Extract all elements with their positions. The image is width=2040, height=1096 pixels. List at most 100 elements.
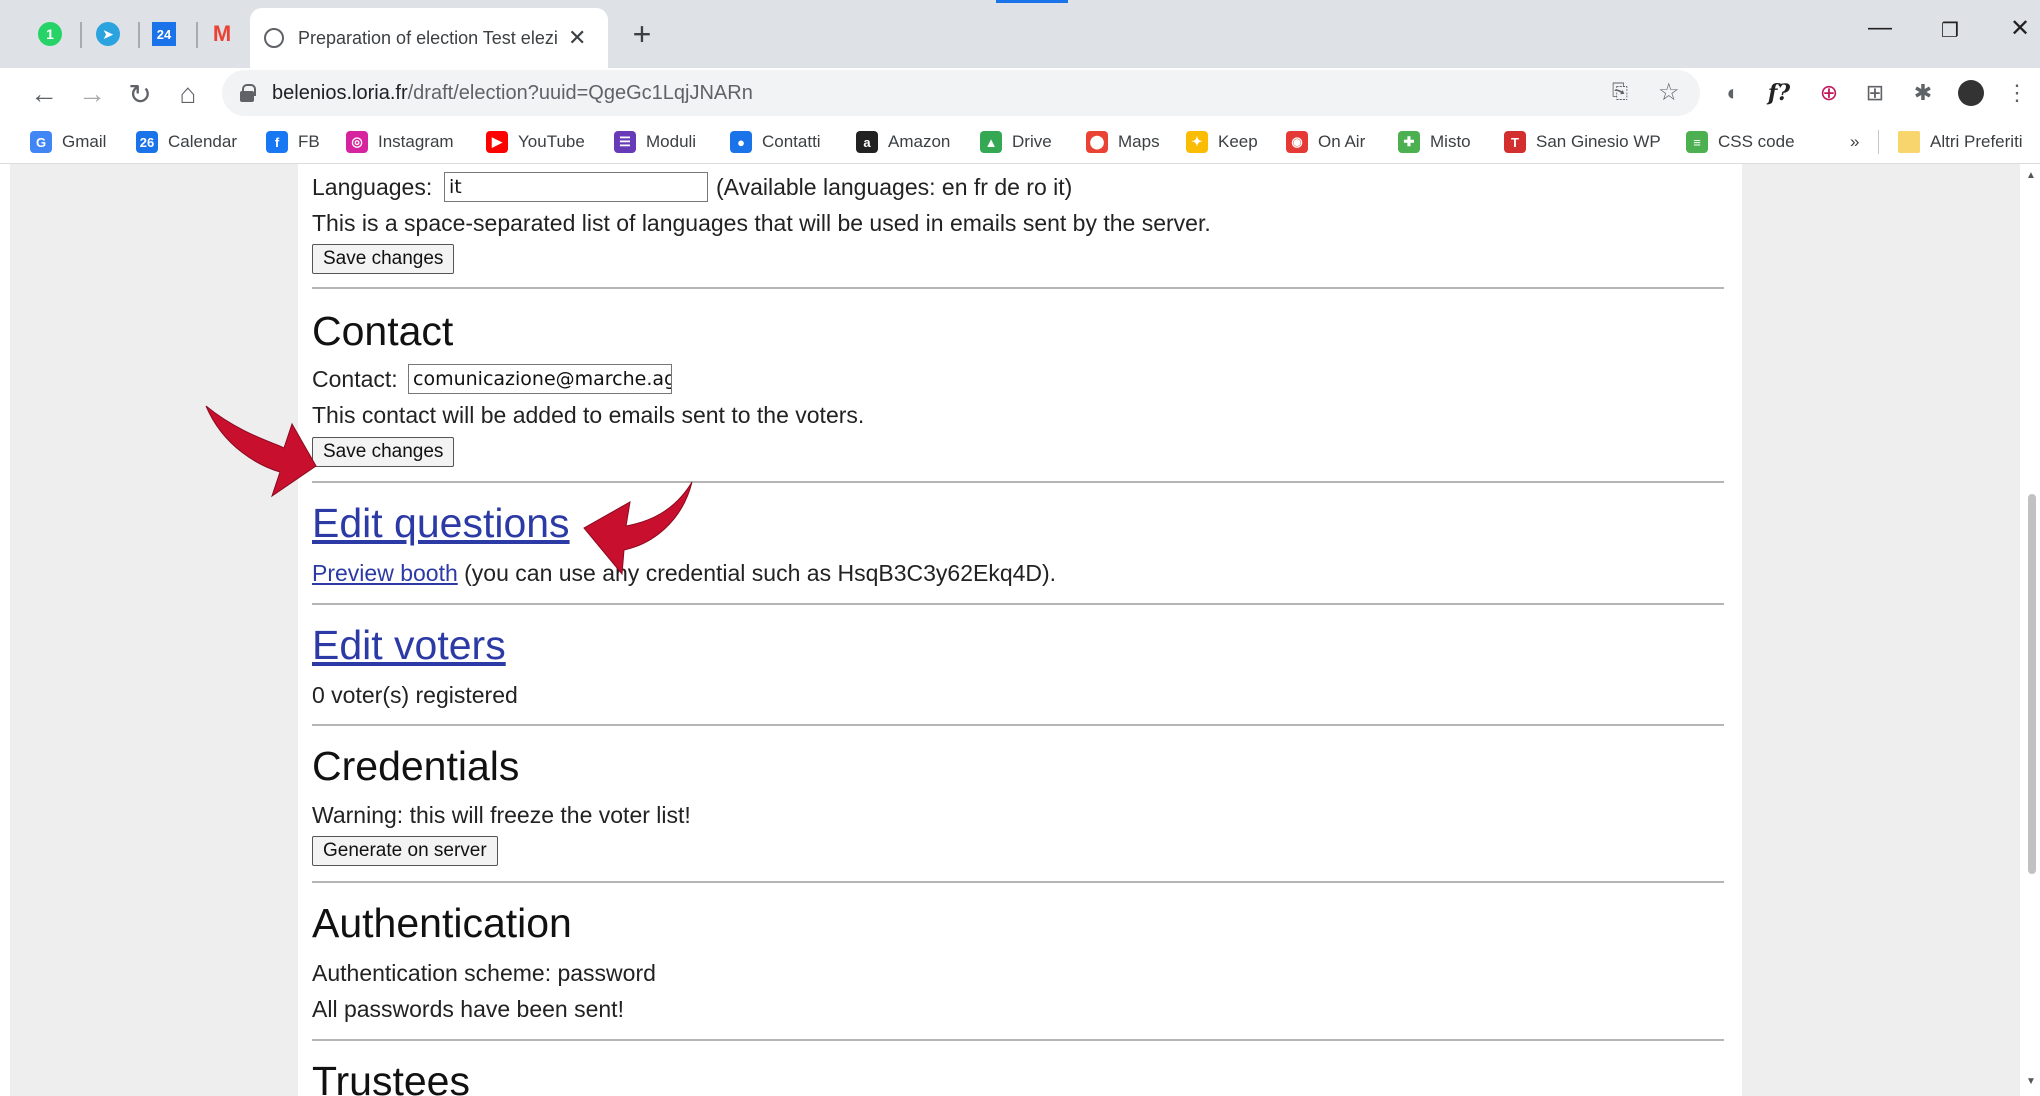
bookmark-instagram[interactable]: ◎ Instagram	[346, 128, 454, 156]
menu-kebab-icon[interactable]: ⋮	[2000, 76, 2034, 110]
url-host: belenios.loria.fr	[272, 81, 408, 104]
contact-input[interactable]: comunicazione@marche.age	[408, 364, 672, 394]
close-window-button[interactable]: ✕	[2000, 14, 2040, 43]
divider	[312, 724, 1724, 726]
contact-heading: Contact	[312, 308, 454, 354]
contact-help: This contact will be added to emails sen…	[312, 402, 865, 428]
whatsapp-tab[interactable]: 1	[26, 16, 74, 52]
url-path: /draft/election?uuid=QgeGc1LqjJNARn	[407, 81, 753, 104]
reload-button[interactable]: ↻	[118, 72, 162, 116]
globe-icon	[264, 28, 284, 48]
translate-icon[interactable]: ⎘	[1612, 81, 1628, 104]
bookmark-san-ginesio-wp[interactable]: T San Ginesio WP	[1504, 128, 1661, 156]
tab-strip: 1 ➤ 24 M Preparation of election Test el…	[0, 0, 2040, 68]
back-button[interactable]: ←	[22, 72, 66, 116]
preview-note: (you can use any credential such as HsqB…	[457, 560, 1057, 586]
scroll-up-icon[interactable]: ▲	[2026, 170, 2036, 181]
lock-icon	[240, 84, 256, 102]
on-air-icon: ◉	[1286, 131, 1308, 153]
bookmark-drive[interactable]: ▲ Drive	[980, 128, 1052, 156]
download-extension-icon[interactable]: ⊕	[1812, 76, 1846, 110]
bookmark-gmail[interactable]: G Gmail	[30, 128, 106, 156]
bookmark-youtube[interactable]: ▶ YouTube	[486, 128, 585, 156]
star-icon[interactable]: ☆	[1658, 78, 1680, 107]
bookmark-label: San Ginesio WP	[1536, 132, 1661, 151]
browser-toolbar: ← → ↻ ⌂ belenios.loria.fr/draft/election…	[0, 68, 2040, 120]
bookmark-separator	[1878, 130, 1879, 154]
telegram-icon: ➤	[96, 22, 120, 46]
bookmark-label: Maps	[1118, 132, 1160, 151]
misto-icon: ✚	[1398, 131, 1420, 153]
bookmark-keep[interactable]: ✦ Keep	[1186, 128, 1258, 156]
divider	[312, 603, 1724, 605]
bookmarks-bar: G Gmail 26 Calendar f FB ◎ Instagram ▶ YouTube ☰ Mo…	[0, 120, 2040, 164]
avatar[interactable]	[1954, 76, 1988, 110]
scrollbar-thumb[interactable]	[2028, 494, 2036, 874]
bookmark-on-air[interactable]: ◉ On Air	[1286, 128, 1365, 156]
address-bar[interactable]: belenios.loria.fr/draft/election?uuid=Qg…	[222, 70, 1700, 116]
restore-button[interactable]: ❐	[1930, 18, 1970, 43]
other-bookmarks-label: Altri Preferiti	[1930, 132, 2023, 151]
puzzle-extensions-icon[interactable]: ✱	[1906, 76, 1940, 110]
bookmark-moduli[interactable]: ☰ Moduli	[614, 128, 696, 156]
contact-label: Contact:	[312, 366, 398, 392]
credentials-warning: Warning: this will freeze the voter list…	[312, 802, 691, 828]
voters-registered: 0 voter(s) registered	[312, 682, 518, 708]
languages-input[interactable]: it	[444, 172, 708, 202]
contatti-icon: ●	[730, 131, 752, 153]
close-tab-icon[interactable]: ✕	[568, 25, 586, 51]
forward-button[interactable]: →	[70, 72, 114, 116]
save-contact-button[interactable]: Save changes	[312, 437, 455, 467]
auth-scheme: Authentication scheme: password	[312, 960, 656, 986]
css-code-icon: ≡	[1686, 131, 1708, 153]
calendar-icon: 24	[152, 22, 176, 46]
folder-icon	[1898, 131, 1920, 153]
divider	[312, 1039, 1724, 1041]
calendar-tab[interactable]: 24	[140, 16, 188, 52]
credentials-heading: Credentials	[312, 743, 520, 789]
gmail-icon: G	[30, 131, 52, 153]
active-tab[interactable]: Preparation of election Test elezio ✕	[250, 8, 608, 68]
other-bookmarks-folder[interactable]: Altri Preferiti	[1898, 128, 2023, 156]
preview-booth-link[interactable]: Preview booth	[312, 560, 458, 586]
bookmark-label: Gmail	[62, 132, 107, 151]
generate-on-server-button[interactable]: Generate on server	[312, 836, 498, 866]
incognito-extension-icon[interactable]: ◐	[1716, 76, 1750, 110]
telegram-tab[interactable]: ➤	[84, 16, 132, 52]
bookmark-amazon[interactable]: a Amazon	[856, 128, 950, 156]
tab-indicator-line	[996, 0, 1068, 3]
bookmark-contatti[interactable]: ● Contatti	[730, 128, 821, 156]
home-button[interactable]: ⌂	[166, 72, 210, 116]
keep-icon: ✦	[1186, 131, 1208, 153]
tab-separator	[80, 22, 82, 48]
bookmark-calendar[interactable]: 26 Calendar	[136, 128, 237, 156]
formula-extension-icon[interactable]: f?	[1762, 76, 1796, 110]
trustees-heading: Trustees	[312, 1058, 470, 1096]
gmail-icon: M	[212, 21, 232, 46]
minimize-button[interactable]: —	[1860, 14, 1900, 42]
edit-questions-link[interactable]: Edit questions	[312, 500, 570, 547]
bookmark-label: YouTube	[518, 132, 585, 151]
languages-available: (Available languages: en fr de ro it)	[716, 174, 1073, 200]
annotation-arrow-save	[205, 405, 317, 498]
bookmark-label: Misto	[1430, 132, 1471, 151]
bookmark-maps[interactable]: ⬤ Maps	[1086, 128, 1160, 156]
grid-extension-icon[interactable]: ⊞	[1858, 76, 1892, 110]
more-bookmarks-button[interactable]: »	[1850, 128, 1859, 156]
bookmark-label: Keep	[1218, 132, 1258, 151]
instagram-icon: ◎	[346, 131, 368, 153]
page-scrollbar[interactable]: ▲ ▼	[2022, 164, 2040, 1096]
drive-icon: ▲	[980, 131, 1002, 153]
languages-row: Languages:	[312, 174, 432, 201]
scroll-down-icon[interactable]: ▼	[2026, 1076, 2036, 1087]
bookmark-misto[interactable]: ✚ Misto	[1398, 128, 1471, 156]
divider	[312, 481, 1724, 483]
save-languages-button[interactable]: Save changes	[312, 244, 455, 274]
bookmark-label: Amazon	[888, 132, 951, 151]
bookmark-css-code[interactable]: ≡ CSS code	[1686, 128, 1795, 156]
passwords-sent: All passwords have been sent!	[312, 996, 624, 1022]
bookmark-fb[interactable]: f FB	[266, 128, 320, 156]
new-tab-button[interactable]: +	[622, 14, 662, 54]
gmail-tab[interactable]: M	[198, 16, 246, 52]
edit-voters-link[interactable]: Edit voters	[312, 622, 506, 669]
